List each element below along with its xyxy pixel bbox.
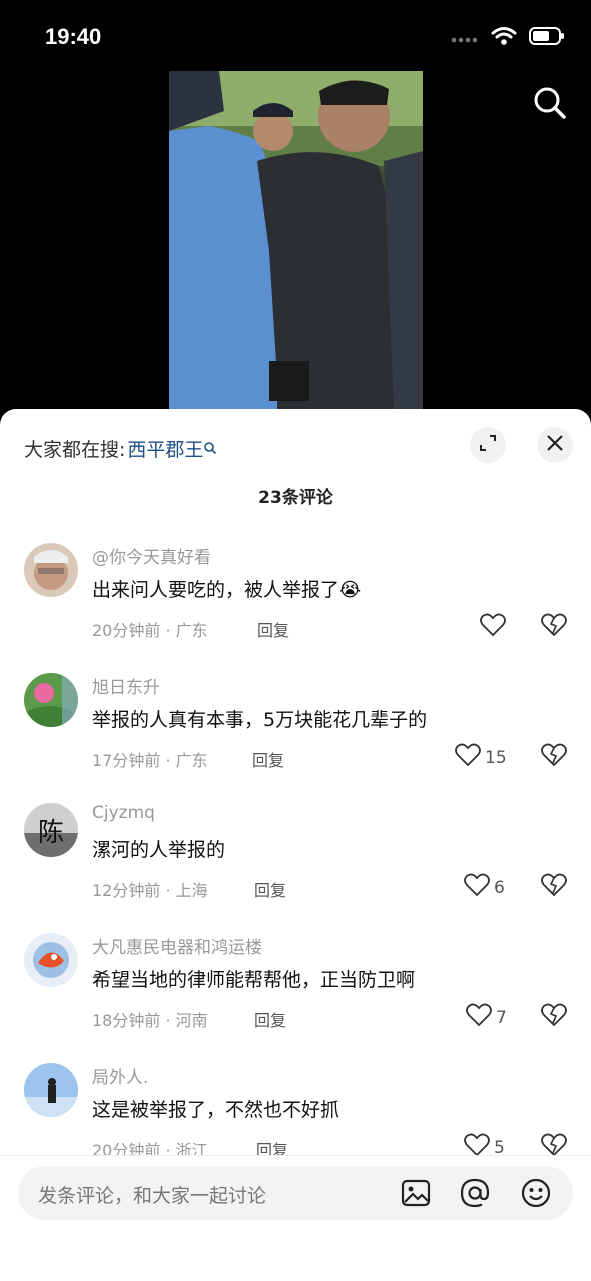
like-button[interactable]: 6: [464, 873, 505, 902]
avatar[interactable]: [24, 933, 78, 987]
avatar-seal-char: 陈: [38, 818, 64, 848]
comment-count: 23条评论: [258, 488, 333, 508]
video-scene: [169, 71, 423, 411]
avatar[interactable]: 陈: [24, 803, 78, 857]
comment-username[interactable]: Cjyzmq: [92, 803, 155, 823]
expand-button[interactable]: [470, 427, 506, 463]
comment-username[interactable]: 大凡惠民电器和鸿运楼: [92, 933, 262, 958]
status-icons: [451, 26, 565, 50]
broken-heart-icon: [541, 743, 567, 771]
broken-heart-icon: [541, 873, 567, 901]
heart-icon: [480, 613, 506, 642]
like-button[interactable]: [480, 613, 510, 642]
heart-icon: [464, 873, 490, 902]
comment-text: 希望当地的律师能帮帮他，正当防卫啊: [92, 969, 416, 991]
dislike-button[interactable]: [541, 743, 567, 771]
reply-button[interactable]: 回复: [257, 617, 289, 641]
wifi-icon: [491, 26, 517, 50]
battery-icon: [529, 26, 565, 50]
trending-search-keyword[interactable]: 西平郡王: [127, 435, 203, 462]
trending-search[interactable]: 大家都在搜: 西平郡王: [24, 435, 217, 462]
crying-emoji: 😭: [339, 579, 362, 601]
comment-item: @你今天真好看 出来问人要吃的，被人举报了😭 20分钟前 · 广东 回复: [0, 543, 591, 673]
signal-icon: [451, 29, 479, 48]
comment-input-bar: 发条评论，和大家一起讨论: [0, 1155, 591, 1281]
mention-icon[interactable]: [459, 1177, 491, 1213]
comment-text: 出来问人要吃的，被人举报了😭: [92, 575, 361, 602]
like-count: 6: [494, 877, 505, 898]
comment-meta: 12分钟前 · 上海: [92, 881, 208, 900]
comment-username[interactable]: 旭日东升: [92, 673, 160, 698]
comment-text: 这是被举报了，不然也不好抓: [92, 1099, 340, 1121]
avatar[interactable]: [24, 543, 78, 597]
small-search-icon: [203, 438, 217, 460]
close-button[interactable]: [537, 427, 573, 463]
trending-search-prefix: 大家都在搜:: [24, 439, 126, 461]
dislike-button[interactable]: [541, 1003, 567, 1031]
heart-icon: [466, 1003, 492, 1032]
emoji-icon[interactable]: [520, 1177, 552, 1213]
like-count: 15: [485, 747, 507, 768]
reply-button[interactable]: 回复: [254, 1007, 286, 1031]
comment-body: 出来问人要吃的，被人举报了: [92, 579, 340, 601]
dislike-button[interactable]: [541, 613, 567, 641]
avatar[interactable]: [24, 1063, 78, 1117]
avatar[interactable]: [24, 673, 78, 727]
image-icon[interactable]: [400, 1177, 432, 1213]
comment-sheet: 大家都在搜: 西平郡王 23条评论 @你今天真好看 出来问人要吃的，被人举报了😭: [0, 409, 591, 1280]
comment-meta: 18分钟前 · 河南: [92, 1011, 208, 1030]
broken-heart-icon: [541, 613, 567, 641]
reply-button[interactable]: 回复: [254, 877, 286, 901]
search-icon[interactable]: [533, 86, 567, 124]
comment-username[interactable]: 局外人.: [92, 1063, 148, 1088]
comment-meta: 20分钟前 · 广东: [92, 621, 208, 640]
close-icon: [546, 434, 564, 456]
comment-text: 举报的人真有本事，5万块能花几辈子的: [92, 709, 428, 731]
like-count: 7: [496, 1007, 507, 1028]
comment-item: 陈 Cjyzmq 漯河的人举报的 12分钟前 · 上海 回复 6: [0, 803, 591, 933]
comment-username[interactable]: @你今天真好看: [92, 543, 211, 568]
video-frame[interactable]: [169, 71, 423, 411]
status-time: 19:40: [45, 24, 102, 49]
comment-input[interactable]: 发条评论，和大家一起讨论: [18, 1166, 573, 1220]
comment-text: 漯河的人举报的: [92, 839, 226, 861]
comment-item: 大凡惠民电器和鸿运楼 希望当地的律师能帮帮他，正当防卫啊 18分钟前 · 河南 …: [0, 933, 591, 1063]
heart-icon: [455, 743, 481, 772]
comment-item: 旭日东升 举报的人真有本事，5万块能花几辈子的 17分钟前 · 广东 回复 15: [0, 673, 591, 803]
like-button[interactable]: 7: [466, 1003, 507, 1032]
broken-heart-icon: [541, 1003, 567, 1031]
reply-button[interactable]: 回复: [252, 747, 284, 771]
comment-meta: 17分钟前 · 广东: [92, 751, 208, 770]
expand-icon: [479, 434, 497, 456]
like-button[interactable]: 15: [455, 743, 507, 772]
dislike-button[interactable]: [541, 873, 567, 901]
comment-input-placeholder: 发条评论，和大家一起讨论: [38, 1185, 267, 1207]
status-bar: 19:40: [0, 0, 591, 72]
